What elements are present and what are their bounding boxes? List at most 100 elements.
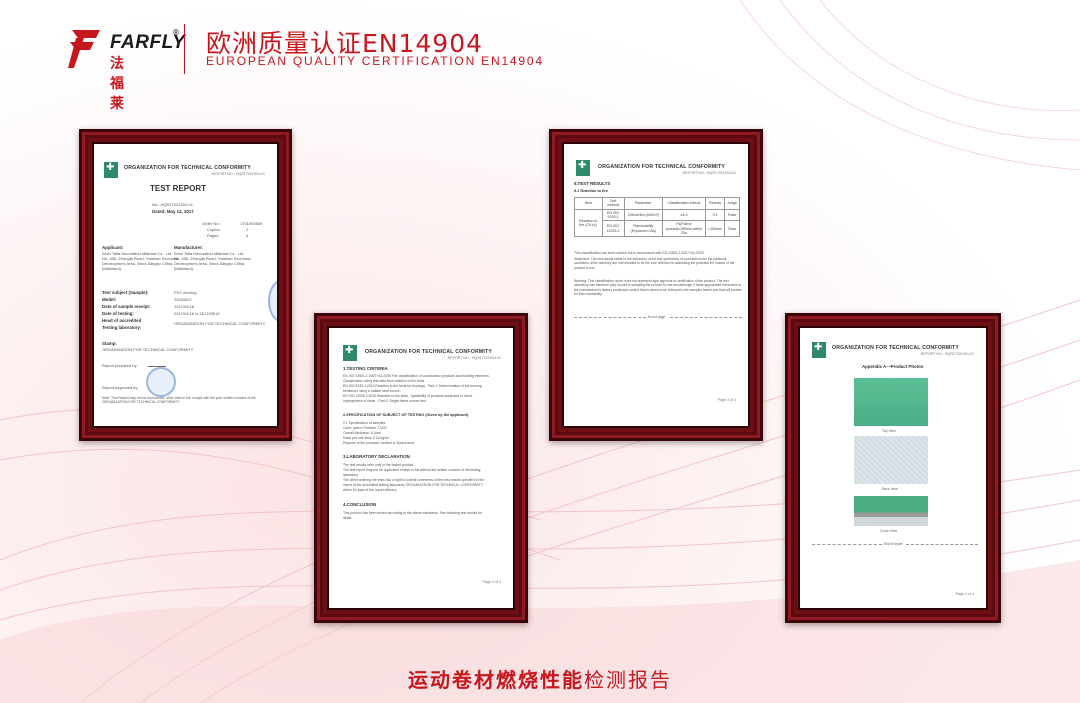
table-cell: Flammability (Exposure=15s): [623, 220, 663, 238]
report-page-4: ORGANIZATION FOR TECHNICAL CONFORMITY RE…: [800, 328, 986, 608]
prepared-by: Report prepared by:: [102, 363, 138, 368]
table-cell: ≥4.5: [661, 208, 707, 222]
end-of-page: End of page: [648, 315, 666, 319]
table-cell: Reaction to fire (Cfl-s1): [574, 208, 603, 238]
page-number: Page 4 of 4: [955, 592, 974, 596]
results-heading: 5.TEST RESULTS: [574, 181, 611, 186]
warning: Warning: This classification report does…: [574, 279, 742, 296]
field-value: ORGANIZATION FOR TECHNICAL CONFORMITY: [174, 321, 266, 326]
table-cell: Fs(Flame spread)≤150mm within 20s: [661, 220, 707, 238]
meta-value: 1701000869: [240, 221, 263, 226]
report-page-2: ORGANIZATION FOR TECHNICAL CONFORMITY RE…: [329, 328, 513, 608]
report-number: REPORT NO.: HQR17021904-01: [447, 356, 501, 360]
test-report-cover: ORGANIZATION FOR TECHNICAL CONFORMITY RE…: [94, 144, 277, 426]
table-header-cell: Parameter: [623, 197, 663, 210]
page-number: Page 3 of 4: [717, 398, 736, 402]
page-subtitle: EUROPEAN QUALITY CERTIFICATION EN14904: [206, 54, 544, 68]
end-of-report-divider: [812, 544, 882, 545]
field-label: Head of accredited: [102, 318, 142, 323]
section-line: Purpose of the products: located in Spor…: [343, 441, 415, 445]
official-stamp: [146, 367, 176, 397]
org-logo-icon: [104, 162, 118, 178]
field-label: Model:: [102, 297, 117, 302]
section-line: Classification using test data from reac…: [343, 379, 426, 383]
field-value: SS460KG: [174, 297, 192, 302]
brand-name-cn: 法福莱: [110, 56, 126, 112]
side-seal: [268, 280, 277, 322]
section-line: behaviour using a radiant heat source.: [343, 389, 401, 393]
header-divider: [184, 24, 185, 74]
report-date: Dated: May 12, 2017: [152, 209, 194, 214]
field-label: Date of sample receipt:: [102, 304, 151, 309]
table-cell: <150mm: [705, 220, 726, 238]
applicant-label: Applicant:: [102, 245, 124, 250]
section-heading: 2.SPECIFICATION OF SUBJECT OF TESTING (G…: [343, 413, 469, 417]
appendix-title: Appendix A—Product Photos: [862, 364, 924, 369]
org-name: ORGANIZATION FOR TECHNICAL CONFORMITY: [124, 165, 252, 171]
section-heading: 3.LABORATORY DECLARATION: [343, 454, 410, 459]
field-value: PVC flooring: [174, 290, 197, 295]
table-header-cell: Results: [705, 197, 726, 210]
table-header-cell: Judge: [724, 197, 740, 210]
section-line: This product has been tested according t…: [343, 511, 483, 515]
results-subheading: 5.1 Reaction to fire: [574, 189, 608, 193]
section-line: laboratory.: [343, 473, 359, 477]
section-line: The client ordering the tests has a righ…: [343, 478, 485, 482]
registered-mark: ®: [172, 28, 180, 37]
field-value: 2017/04/18: [174, 304, 195, 309]
classification-note: This classification has been carried out…: [574, 251, 705, 255]
report-page-3: ORGANIZATION FOR TECHNICAL CONFORMITY RE…: [564, 144, 748, 426]
section-line: The test results refer only to the teste…: [343, 463, 415, 467]
section-line: Color: green; Pantone 7724C: [343, 426, 388, 430]
stamp-org: ORGANIZATION FOR TECHNICAL CONFORMITY: [102, 347, 194, 352]
photo-caption: Top View: [882, 429, 896, 433]
certificate-frame-2: ORGANIZATION FOR TECHNICAL CONFORMITY RE…: [314, 313, 528, 623]
field-label: Test subject (Sample):: [102, 290, 149, 295]
results-table: Item Test method Parameter Classificatio…: [574, 197, 740, 238]
org-name: ORGANIZATION FOR TECHNICAL CONFORMITY: [832, 345, 960, 351]
certificate-frame-3: ORGANIZATION FOR TECHNICAL CONFORMITY RE…: [549, 129, 763, 441]
meta-label: Copies:: [207, 227, 221, 232]
stamp-label: Stamp:: [102, 341, 117, 346]
end-of-report: End of report: [884, 542, 903, 546]
end-of-page-divider: [670, 317, 742, 318]
meta-label: Order No.:: [202, 221, 221, 226]
bottom-title: 运动卷材燃烧性能检测报告: [0, 664, 1080, 693]
report-number: REPORT NO.: HQR17021904-01: [920, 352, 974, 356]
org-name: ORGANIZATION FOR TECHNICAL CONFORMITY: [598, 164, 726, 170]
end-of-page-divider: [574, 317, 646, 318]
manufacturer-label: Manufacturer:: [174, 245, 204, 250]
table-cell: EN ISO 9239-1: [601, 208, 625, 222]
table-row: Reaction to fire (Cfl-s1) EN ISO 9239-1 …: [574, 208, 740, 238]
section-line: within 15 days of the report delivery.: [343, 488, 398, 492]
meta-label: Pages:: [207, 233, 220, 238]
approved-by: Report Approved by:: [102, 385, 139, 390]
field-label: Date of testing:: [102, 311, 134, 316]
section-line: report of the accredited testing laborat…: [343, 483, 484, 487]
photo-caption: Back View: [882, 487, 898, 491]
section-line: EN ISO 13501-1:2007+A1:2009 Fire classif…: [343, 374, 490, 378]
table-cell: EN ISO 11925-2: [601, 220, 625, 238]
section-line: 2.1 Specification of samples: [343, 421, 386, 425]
section-heading: 1.TESTING CRITERIA: [343, 366, 388, 371]
top-view-photo: [854, 378, 928, 426]
section-line: EN ISO 9239-1:2010 Reaction to fire test…: [343, 384, 482, 388]
section-line: The test report may not be duplicated ex…: [343, 468, 481, 472]
table-header-row: Item Test method Parameter Classificatio…: [574, 197, 740, 210]
photo-caption: Cross View: [880, 529, 898, 533]
section-heading: 4.CONCLUSION: [343, 502, 377, 507]
section-line: Mass per unit area: 8.16 kg/m²: [343, 436, 389, 440]
org-logo-icon: [812, 342, 826, 358]
bottom-title-normal: 检测报告: [584, 668, 672, 692]
meta-value: 4: [246, 233, 249, 238]
table-cell: Critical flux (kW/m²): [623, 208, 663, 222]
certificate-frame-1: ORGANIZATION FOR TECHNICAL CONFORMITY RE…: [79, 129, 292, 441]
report-no: No.: HQR17021904-01: [152, 202, 193, 207]
cross-view-photo: [854, 496, 928, 526]
report-note: Note: This Report may not be reproduced,…: [102, 396, 256, 405]
bottom-title-strong: 运动卷材燃烧性能: [408, 668, 584, 692]
table-header-cell: Classification criteria: [661, 197, 707, 210]
section-line: impingement of flame - Part 2: Single-fl…: [343, 399, 427, 403]
table-cell: 9.1: [705, 208, 726, 222]
report-title: TEST REPORT: [150, 184, 207, 193]
